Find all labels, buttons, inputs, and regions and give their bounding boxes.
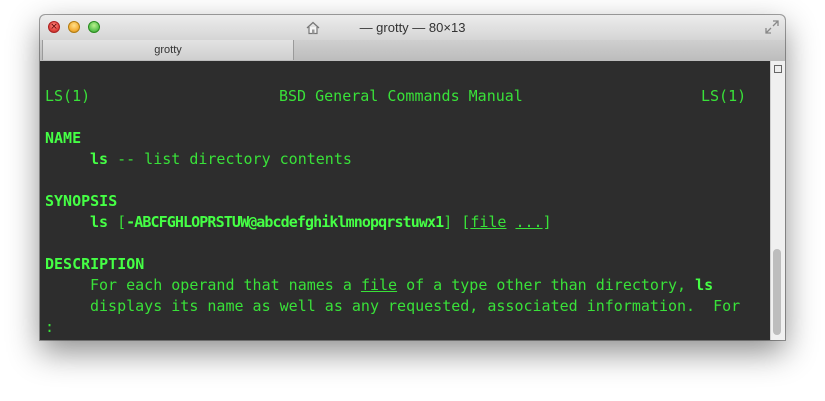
home-icon[interactable] (305, 20, 321, 36)
window-title: — grotty — 80×13 (359, 20, 466, 35)
name-command: ls (90, 150, 109, 168)
tab-label: grotty (154, 44, 182, 56)
pager-prompt[interactable]: : (45, 317, 54, 338)
man-header-right: LS(1) (701, 87, 747, 105)
synopsis-command: ls (90, 213, 109, 231)
description-line-2: displays its name as well as any request… (90, 297, 741, 315)
description-file-term: file (360, 276, 398, 294)
synopsis-ellipsis: ... (515, 213, 543, 231)
description-ls-term: ls (695, 276, 714, 294)
section-synopsis-heading: SYNOPSIS (45, 192, 118, 210)
vertical-scrollbar[interactable] (770, 61, 785, 340)
name-description: -- list directory contents (108, 150, 352, 168)
tab-bar: grotty (40, 40, 785, 62)
scrollbar-menu-icon[interactable] (774, 65, 782, 73)
description-line-1: For each operand that names a file of a … (90, 275, 713, 296)
description-text-b: of a type other than directory, (397, 276, 696, 294)
section-name-heading: NAME (45, 129, 82, 147)
close-button[interactable]: × (48, 21, 60, 33)
terminal-window: × — grotty — 80×13 grotty LS(1) BSD Gene… (40, 15, 785, 340)
description-text-a: For each operand that names a (90, 276, 361, 294)
section-description-heading: DESCRIPTION (45, 255, 145, 273)
synopsis-line: ls [-ABCFGHLOPRSTUW@abcdefghiklmnopqrstu… (90, 212, 552, 233)
terminal-content[interactable]: LS(1) BSD General Commands Manual LS(1) … (40, 61, 770, 340)
title-bar[interactable]: × — grotty — 80×13 (40, 15, 785, 41)
synopsis-bracket-open: [ (108, 213, 127, 231)
man-header-left: LS(1) (45, 87, 91, 105)
zoom-button[interactable] (88, 21, 100, 33)
name-line: ls -- list directory contents (90, 149, 352, 170)
synopsis-bracket-mid: ] [ (443, 213, 471, 231)
fullscreen-icon[interactable] (765, 20, 779, 34)
tab-grotty[interactable]: grotty (42, 40, 294, 60)
man-header-center: BSD General Commands Manual (279, 87, 523, 105)
close-icon: × (50, 22, 58, 32)
synopsis-flags: -ABCFGHLOPRSTUW@abcdefghiklmnopqrstuwx1 (126, 213, 444, 231)
synopsis-bracket-close: ] (542, 213, 552, 231)
minimize-button[interactable] (68, 21, 80, 33)
synopsis-file-arg: file (470, 213, 507, 231)
scrollbar-thumb[interactable] (773, 249, 781, 335)
